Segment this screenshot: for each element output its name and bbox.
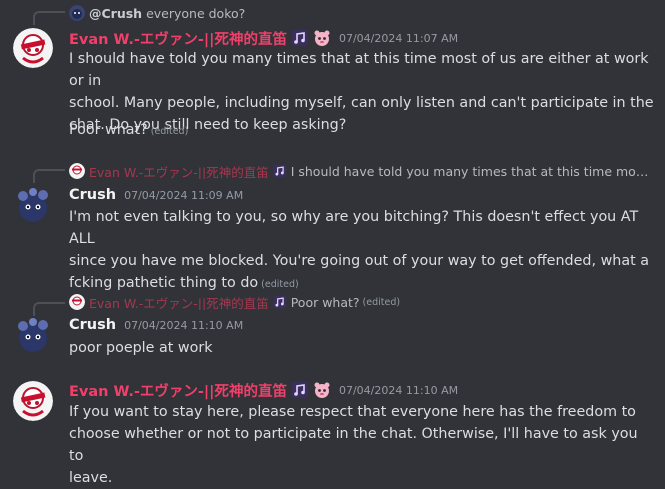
reply-author[interactable]: @Crush bbox=[89, 6, 142, 21]
music-note-badge-icon bbox=[291, 381, 309, 399]
music-note-badge-icon bbox=[273, 295, 287, 309]
reply-connector bbox=[33, 302, 65, 316]
reply-connector bbox=[33, 169, 65, 183]
username[interactable]: Crush bbox=[69, 187, 116, 203]
crush-avatar-icon[interactable] bbox=[13, 186, 53, 226]
crush-mini-avatar-icon bbox=[69, 5, 85, 21]
message-line: school. Many people, including myself, c… bbox=[69, 95, 654, 111]
evan-avatar-icon[interactable] bbox=[13, 28, 53, 68]
music-note-badge-icon bbox=[273, 164, 287, 178]
crush-avatar-icon[interactable] bbox=[13, 316, 53, 356]
timestamp[interactable]: 07/04/2024 11:09 AM bbox=[124, 189, 243, 202]
timestamp[interactable]: 07/04/2024 11:10 AM bbox=[339, 384, 458, 397]
message-line: leave. bbox=[69, 470, 113, 486]
reply-text: Poor what? bbox=[290, 294, 360, 310]
evan-mini-avatar-icon bbox=[69, 163, 85, 179]
message-line: fcking pathetic thing to do bbox=[69, 275, 259, 291]
message-line: choose whether or not to participate in … bbox=[69, 426, 638, 464]
music-note-badge-icon bbox=[291, 29, 309, 47]
message-line: since you have me blocked. You're going … bbox=[69, 253, 649, 269]
timestamp[interactable]: 07/04/2024 11:10 AM bbox=[124, 319, 243, 332]
message-line: Poor what? bbox=[69, 122, 148, 138]
message-line: I should have told you many times that a… bbox=[69, 51, 649, 89]
evan-mini-avatar-icon bbox=[69, 294, 85, 310]
reply-author[interactable]: Evan W.-エヴァン-||死神的直笛 bbox=[89, 294, 269, 311]
message-line: poor poeple at work bbox=[69, 340, 213, 356]
message-line: If you want to stay here, please respect… bbox=[69, 404, 636, 420]
reply-preview[interactable]: Evan W.-エヴァン-||死神的直笛 Poor what? (edited) bbox=[69, 294, 400, 310]
reply-connector bbox=[33, 11, 65, 25]
reply-preview[interactable]: Evan W.-エヴァン-||死神的直笛 I should have told … bbox=[69, 163, 654, 179]
reply-preview[interactable]: @Crush everyone doko? bbox=[69, 5, 245, 21]
reply-text: I should have told you many times that a… bbox=[290, 163, 654, 179]
edited-label: (edited) bbox=[362, 296, 401, 308]
edited-label: (edited) bbox=[150, 126, 189, 137]
message-content: Poor what? (edited) bbox=[69, 119, 654, 143]
reply-author[interactable]: Evan W.-エヴァン-||死神的直笛 bbox=[89, 163, 269, 180]
edited-label: (edited) bbox=[261, 279, 299, 290]
username[interactable]: Evan W.-エヴァン-||死神的直笛 bbox=[69, 28, 287, 49]
message-header: Crush 07/04/2024 11:09 AM bbox=[69, 185, 243, 205]
message-line: I'm not even talking to you, so why are … bbox=[69, 209, 639, 247]
message-content: If you want to stay here, please respect… bbox=[69, 401, 654, 489]
username[interactable]: Evan W.-エヴァン-||死神的直笛 bbox=[69, 380, 287, 401]
evan-avatar-icon[interactable] bbox=[13, 381, 53, 421]
message-content: I'm not even talking to you, so why are … bbox=[69, 206, 654, 296]
message-content: poor poeple at work bbox=[69, 337, 654, 359]
reply-text: everyone doko? bbox=[146, 5, 246, 21]
message-header: Evan W.-エヴァン-||死神的直笛 07/04/2024 11:10 AM bbox=[69, 380, 458, 400]
pink-creature-badge-icon bbox=[313, 381, 331, 399]
timestamp[interactable]: 07/04/2024 11:07 AM bbox=[339, 32, 458, 45]
message-header: Crush 07/04/2024 11:10 AM bbox=[69, 315, 243, 335]
message-header: Evan W.-エヴァン-||死神的直笛 07/04/2024 11:07 AM bbox=[69, 28, 458, 48]
pink-creature-badge-icon bbox=[313, 29, 331, 47]
username[interactable]: Crush bbox=[69, 317, 116, 333]
